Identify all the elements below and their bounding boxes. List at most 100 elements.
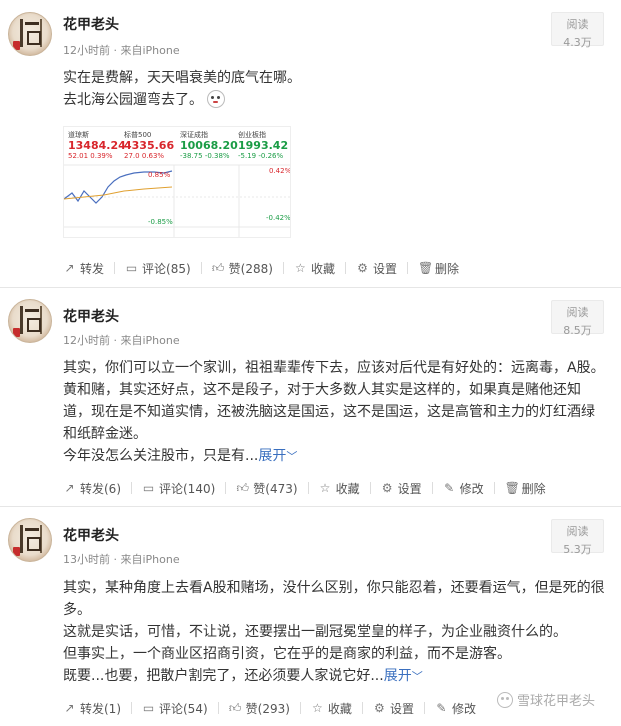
like-label: 赞(293)	[245, 701, 290, 716]
post-line: 其实，你们可以立一个家训，祖祖辈辈传下去，应该对后代是有好处的：远离毒，A股。	[63, 360, 605, 376]
expand-label: 展开	[258, 448, 287, 464]
star-icon: ☆	[312, 700, 323, 715]
delete-button[interactable]: 🗑︎ 删除	[505, 480, 546, 497]
expand-label: 展开	[383, 668, 412, 684]
favorite-button[interactable]: ☆ 收藏	[319, 480, 360, 497]
right-axis-bottom-label: -0.42%	[266, 214, 291, 222]
comment-button[interactable]: ▭ 评论(85)	[125, 260, 191, 277]
edit-label: 修改	[451, 701, 476, 716]
share-icon: ↗	[64, 260, 75, 275]
comment-button[interactable]: ▭ 评论(54)	[142, 700, 208, 717]
thumbs-up-icon: 👍︎	[236, 480, 250, 495]
settings-button[interactable]: ⚙ 设置	[356, 260, 397, 277]
comment-button[interactable]: ▭ 评论(140)	[142, 480, 215, 497]
edit-label: 修改	[459, 481, 484, 496]
divider	[299, 702, 301, 714]
post-line: 但事实上，一个商业区招商引资，它在乎的是商家的利益，而不是游客。	[63, 646, 511, 662]
pencil-icon: ✎	[436, 700, 447, 715]
divider	[344, 262, 346, 274]
edit-button[interactable]: ✎ 修改	[435, 700, 476, 717]
divider	[131, 702, 132, 714]
share-icon: ↗	[64, 480, 75, 495]
left-axis-top-label: 0.85%	[148, 171, 171, 179]
star-icon: ☆	[295, 260, 306, 275]
avatar[interactable]	[8, 12, 52, 56]
laughing-emoji-icon	[207, 90, 225, 108]
settings-label: 设置	[389, 701, 414, 716]
market-quote-image[interactable]: 道琼斯 13484.24 52.01 0.39% 标普500 4335.66 2…	[63, 126, 291, 238]
post-line-text: 既要...也要，把散户割完了，还必须要人家说它好...	[63, 668, 384, 684]
read-count: 4.3万	[563, 36, 592, 49]
pencil-icon: ✎	[444, 480, 455, 495]
comment-icon: ▭	[142, 480, 155, 495]
author-name[interactable]: 花甲老头	[63, 306, 119, 326]
divider	[361, 702, 363, 714]
repost-label: 转发(6)	[80, 481, 121, 496]
action-bar: ↗ 转发(6) ▭ 评论(140) 👍︎ 赞(473) ☆ 收藏 ⚙ 设置 ✎ 修改 🗑︎ 删…	[63, 478, 546, 498]
trash-icon: 🗑︎	[417, 260, 434, 275]
gear-icon: ⚙	[357, 260, 368, 275]
favorite-button[interactable]: ☆ 收藏	[294, 260, 335, 277]
expand-link[interactable]: 展开﹀	[384, 668, 423, 684]
settings-button[interactable]: ⚙ 设置	[373, 700, 414, 717]
chevron-down-icon: ﹀	[411, 670, 423, 683]
post-line: 多。	[63, 602, 91, 618]
read-count-badge: 阅读 4.3万	[551, 12, 604, 49]
settings-button[interactable]: ⚙ 设置	[381, 480, 422, 497]
post-line: 今年没怎么关注股市，只是有...展开﹀	[63, 445, 611, 468]
divider	[493, 482, 495, 494]
favorite-button[interactable]: ☆ 收藏	[311, 700, 352, 717]
read-label: 阅读	[566, 18, 589, 31]
repost-button[interactable]: ↗ 转发(6)	[63, 480, 121, 497]
post-line: 其实，某种角度上去看A股和赌场，没什么区别，你只能忍着，还要看运气，但是死的很	[63, 580, 605, 596]
read-count: 5.3万	[563, 543, 592, 556]
like-button[interactable]: 👍︎ 赞(288)	[212, 260, 273, 277]
post-line-text: 今年没怎么关注股市，只是有...	[63, 448, 259, 464]
wechat-icon	[497, 691, 513, 708]
thumbs-up-icon: 👍︎	[228, 700, 242, 715]
author-name[interactable]: 花甲老头	[63, 525, 119, 545]
action-bar: ↗ 转发 ▭ 评论(85) 👍︎ 赞(288) ☆ 收藏 ⚙ 设置 🗑︎ 删除	[63, 258, 459, 278]
watermark: 雪球花甲老头	[497, 690, 595, 709]
divider	[282, 262, 284, 274]
delete-label: 删除	[521, 481, 546, 496]
like-label: 赞(473)	[253, 481, 298, 496]
action-bar: ↗ 转发(1) ▭ 评论(54) 👍︎ 赞(293) ☆ 收藏 ⚙ 设置 ✎ 修改	[63, 698, 476, 718]
trash-icon: 🗑︎	[504, 480, 520, 495]
divider	[131, 482, 132, 494]
post-2: 花甲老头 12小时前 · 来自iPhone 阅读 8.5万 其实，你们可以立一个…	[0, 289, 621, 507]
post-text: 实在是费解，天天唱衰美的底气在哪。 去北海公园遛弯去了。	[63, 67, 611, 111]
intraday-chart: 0.85% -0.85% 0.42% -0.42%	[64, 164, 291, 237]
edit-button[interactable]: ✎ 修改	[443, 480, 484, 497]
favorite-label: 收藏	[335, 481, 360, 496]
post-line: 黄和赌，其实还好点，这不是段子，对于大多数人其实是这样的，如果真是赌他还知	[63, 382, 581, 398]
delete-label: 删除	[434, 261, 459, 276]
expand-link[interactable]: 展开﹀	[258, 448, 297, 464]
repost-label: 转发	[80, 261, 105, 276]
like-label: 赞(288)	[228, 261, 273, 276]
divider	[217, 702, 219, 714]
like-button[interactable]: 👍︎ 赞(473)	[236, 480, 298, 497]
like-button[interactable]: 👍︎ 赞(293)	[229, 700, 290, 717]
post-line: 这就是实话，可惜，不让说，还要摆出一副冠冕堂皇的样子，为企业融资什么的。	[63, 624, 567, 640]
divider	[406, 262, 408, 274]
post-line: 道，现在是不知道实情，还被洗脑这是国运，这不是国运，这是高管和主力的灯红酒绿	[63, 404, 595, 420]
post-line: 和纸醉金迷。	[63, 426, 147, 442]
author-name[interactable]: 花甲老头	[63, 14, 119, 34]
settings-label: 设置	[372, 261, 397, 276]
post-line-text: 去北海公园遛弯去了。	[63, 92, 203, 108]
post-meta: 13小时前 · 来自iPhone	[63, 553, 180, 566]
divider	[200, 262, 202, 274]
comment-label: 评论(54)	[159, 701, 208, 716]
post-text: 其实，你们可以立一个家训，祖祖辈辈传下去，应该对后代是有好处的：远离毒，A股。 …	[63, 357, 611, 468]
repost-button[interactable]: ↗ 转发	[63, 260, 104, 277]
gear-icon: ⚙	[381, 480, 393, 495]
divider	[114, 262, 116, 274]
settings-label: 设置	[397, 481, 422, 496]
read-count-badge: 阅读 5.3万	[551, 519, 604, 556]
avatar[interactable]	[8, 518, 52, 562]
repost-button[interactable]: ↗ 转发(1)	[63, 700, 121, 717]
avatar[interactable]	[8, 299, 52, 343]
delete-button[interactable]: 🗑︎ 删除	[418, 260, 459, 277]
read-label: 阅读	[566, 306, 589, 319]
